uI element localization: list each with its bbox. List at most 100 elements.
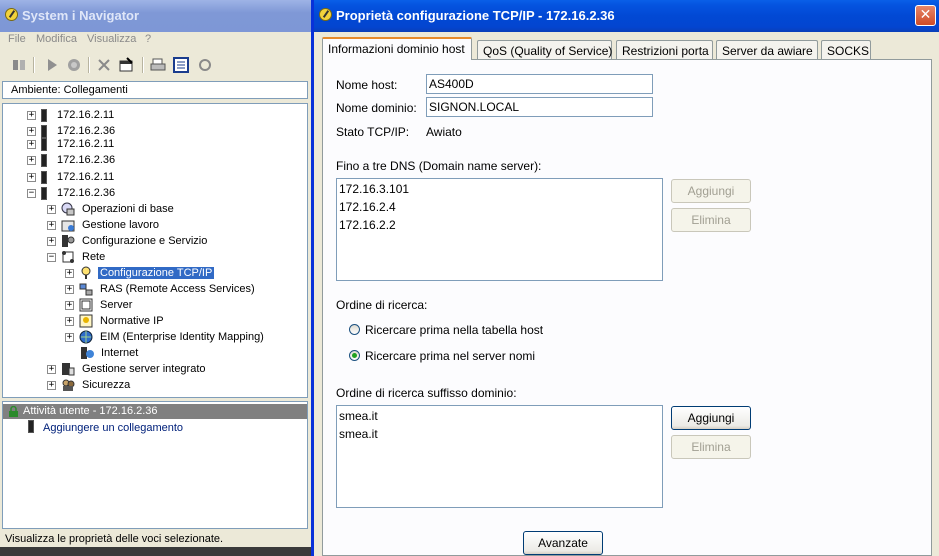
- expand-icon[interactable]: +: [27, 126, 36, 136]
- environment-label: Ambiente: Collegamenti: [11, 84, 128, 96]
- expand-icon[interactable]: +: [65, 332, 74, 342]
- tree-item-system[interactable]: +172.16.2.11: [27, 169, 116, 185]
- suffix-list[interactable]: smea.it smea.it: [336, 405, 663, 508]
- server-icon: [41, 170, 47, 184]
- navigation-tree[interactable]: +172.16.2.11 +172.16.2.36 +172.16.2.11 +…: [2, 103, 308, 398]
- start-icon[interactable]: [43, 56, 61, 74]
- list-item[interactable]: smea.it: [339, 427, 378, 441]
- expand-icon[interactable]: +: [27, 155, 36, 165]
- selected-label: Configurazione TCP/IP: [98, 267, 215, 279]
- host-name-label: Nome host:: [336, 78, 398, 92]
- operations-icon: [61, 202, 75, 216]
- refresh-icon[interactable]: [196, 56, 214, 74]
- print-icon[interactable]: [149, 56, 167, 74]
- domain-name-label: Nome dominio:: [336, 101, 417, 115]
- properties-icon[interactable]: [117, 56, 135, 74]
- expand-icon[interactable]: +: [47, 220, 56, 230]
- expand-icon[interactable]: +: [65, 300, 74, 310]
- menu-visualizza[interactable]: Visualizza: [87, 33, 136, 45]
- tab-server-da-avviare[interactable]: Server da awiare: [716, 40, 818, 59]
- menu-modifica[interactable]: Modifica: [36, 33, 77, 45]
- server-icon: [41, 153, 47, 167]
- configuration-icon: [61, 234, 75, 248]
- tree-item-rete[interactable]: − Rete: [47, 249, 107, 265]
- dialog-title: Proprietà configurazione TCP/IP - 172.16…: [336, 8, 615, 23]
- suffix-remove-button[interactable]: Elimina: [671, 435, 751, 459]
- close-button[interactable]: ✕: [915, 5, 936, 26]
- dialog-title-bar[interactable]: Proprietà configurazione TCP/IP - 172.16…: [314, 0, 939, 32]
- server-icon: [28, 420, 34, 433]
- tcpip-properties-dialog: Proprietà configurazione TCP/IP - 172.16…: [311, 0, 939, 556]
- advanced-button[interactable]: Avanzate: [523, 531, 603, 555]
- add-connection-link[interactable]: Aggiungere un collegamento: [43, 422, 183, 434]
- name-server-first-label: Ricercare prima nel server nomi: [365, 349, 536, 363]
- search-order-label: Ordine di ricerca:: [336, 298, 428, 312]
- lock-icon: [8, 405, 19, 420]
- connect-icon[interactable]: [10, 56, 28, 74]
- tree-item-system-expanded[interactable]: −172.16.2.36: [27, 185, 117, 201]
- expand-icon[interactable]: +: [65, 284, 74, 294]
- expand-icon[interactable]: +: [27, 139, 36, 149]
- dns-label: Fino a tre DNS (Domain name server):: [336, 159, 542, 173]
- tcpip-status-value: Awiato: [426, 125, 462, 139]
- tree-item-ras[interactable]: + RAS (Remote Access Services): [65, 281, 257, 297]
- collapse-icon[interactable]: −: [27, 188, 36, 198]
- dns-add-button[interactable]: Aggiungi: [671, 179, 751, 203]
- taskbar-strip: [0, 547, 311, 556]
- tree-item-system[interactable]: +172.16.2.36: [27, 152, 117, 168]
- stop-icon[interactable]: [65, 56, 83, 74]
- radio-host-table-first[interactable]: [349, 324, 360, 335]
- expand-icon[interactable]: +: [47, 204, 56, 214]
- activity-panel: Attività utente - 172.16.2.36 Aggiungere…: [2, 401, 308, 529]
- tree-item-configurazione-tcpip[interactable]: + Configurazione TCP/IP: [65, 265, 215, 281]
- list-item[interactable]: 172.16.2.4: [339, 200, 396, 214]
- list-item[interactable]: 172.16.3.101: [339, 182, 409, 196]
- expand-icon[interactable]: +: [47, 364, 56, 374]
- app-icon: [319, 8, 332, 21]
- tree-item-normative-ip[interactable]: + Normative IP: [65, 313, 166, 329]
- network-icon: [61, 250, 75, 264]
- menu-help[interactable]: ?: [145, 33, 151, 45]
- tab-socks[interactable]: SOCKS: [821, 40, 871, 59]
- tree-item-configurazione-servizio[interactable]: + Configurazione e Servizio: [47, 233, 209, 249]
- tree-item-internet[interactable]: Internet: [80, 345, 140, 361]
- dns-remove-button[interactable]: Elimina: [671, 208, 751, 232]
- server-icon: [41, 186, 47, 200]
- environment-bar[interactable]: Ambiente: Collegamenti: [2, 81, 308, 99]
- domain-name-field[interactable]: SIGNON.LOCAL: [426, 97, 653, 117]
- tree-item-gestione-lavoro[interactable]: + Gestione lavoro: [47, 217, 161, 233]
- tab-informazioni-dominio-host[interactable]: Informazioni dominio host: [322, 37, 472, 60]
- expand-icon[interactable]: +: [65, 268, 74, 278]
- expand-icon[interactable]: +: [47, 380, 56, 390]
- server-icon: [41, 108, 47, 122]
- tree-item-sicurezza[interactable]: + Sicurezza: [47, 377, 132, 393]
- dns-list[interactable]: 172.16.3.101 172.16.2.4 172.16.2.2: [336, 178, 663, 281]
- server-icon: [41, 137, 47, 151]
- tree-item-server[interactable]: + Server: [65, 297, 134, 313]
- tcpip-icon: [79, 266, 93, 280]
- expand-icon[interactable]: +: [47, 236, 56, 246]
- tab-qos[interactable]: QoS (Quality of Service): [477, 40, 612, 59]
- internet-icon: [80, 346, 94, 360]
- navigator-title-bar[interactable]: System i Navigator: [0, 0, 311, 32]
- expand-icon[interactable]: +: [27, 110, 36, 120]
- view-icon[interactable]: [172, 56, 190, 74]
- expand-icon[interactable]: +: [65, 316, 74, 326]
- host-name-field[interactable]: AS400D: [426, 74, 653, 94]
- menu-file[interactable]: File: [8, 33, 26, 45]
- list-item[interactable]: 172.16.2.2: [339, 218, 396, 232]
- navigator-window: System i Navigator File Modifica Visuali…: [0, 0, 311, 556]
- tree-item-system[interactable]: +172.16.2.11: [27, 136, 116, 152]
- tree-item-operazioni[interactable]: + Operazioni di base: [47, 201, 176, 217]
- tree-item-eim[interactable]: + EIM (Enterprise Identity Mapping): [65, 329, 266, 345]
- radio-name-server-first[interactable]: [349, 350, 360, 361]
- expand-icon[interactable]: +: [27, 172, 36, 182]
- tab-restrizioni-porta[interactable]: Restrizioni porta: [616, 40, 713, 59]
- tree-item-system[interactable]: +172.16.2.11: [27, 107, 116, 123]
- collapse-icon[interactable]: −: [47, 252, 56, 262]
- suffix-add-button[interactable]: Aggiungi: [671, 406, 751, 430]
- tree-item-gestione-server-integrato[interactable]: + Gestione server integrato: [47, 361, 208, 377]
- list-item[interactable]: smea.it: [339, 409, 378, 423]
- delete-icon[interactable]: [95, 56, 113, 74]
- ip-policy-icon: [79, 314, 93, 328]
